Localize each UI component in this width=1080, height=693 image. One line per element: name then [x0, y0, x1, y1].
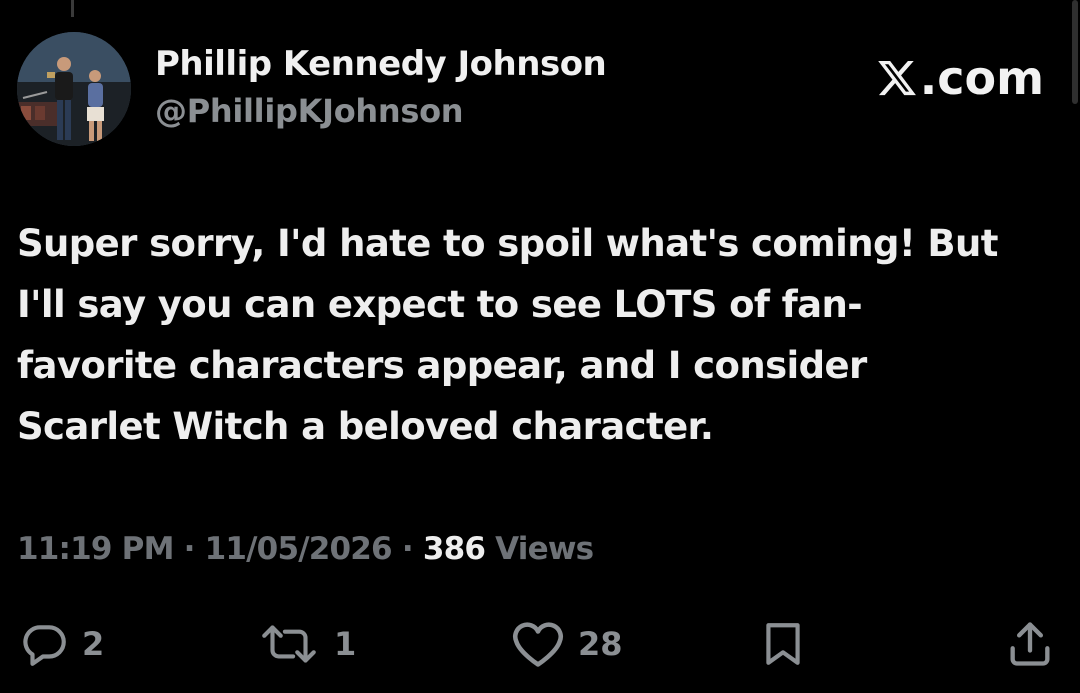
reply-icon — [23, 625, 66, 666]
repost-button[interactable]: 1 — [256, 612, 356, 676]
author-name[interactable]: Phillip Kennedy Johnson — [155, 44, 607, 84]
avatar[interactable] — [17, 32, 131, 146]
brand-watermark: .com — [876, 51, 1044, 105]
author-handle[interactable]: @PhillipKJohnson — [155, 92, 464, 130]
tweet-line: Super sorry, I'd hate to spoil what's co… — [17, 222, 998, 265]
reply-button[interactable]: 2 — [20, 612, 104, 676]
tweet-text: Super sorry, I'd hate to spoil what's co… — [17, 213, 1067, 457]
x-logo-icon — [877, 60, 916, 96]
heart-icon — [512, 622, 564, 667]
reply-count: 2 — [82, 625, 105, 663]
tweet-line: Scarlet Witch a beloved character. — [17, 405, 714, 448]
views-count[interactable]: 386 — [423, 531, 486, 567]
tweet-date[interactable]: 11/05/2026 — [205, 531, 393, 567]
repost-icon — [262, 625, 316, 663]
share-button[interactable] — [1004, 612, 1056, 676]
top-divider-tick — [71, 0, 74, 17]
action-bar: 2 1 28 — [0, 612, 1080, 676]
bookmark-button[interactable] — [758, 612, 808, 676]
views-label: Views — [495, 531, 594, 567]
like-button[interactable]: 28 — [510, 612, 623, 676]
brand-label: .com — [919, 51, 1044, 105]
scrollbar-thumb[interactable] — [1072, 0, 1078, 104]
profile-photo-icon — [17, 32, 131, 146]
share-icon — [1010, 622, 1050, 666]
tweet-time[interactable]: 11:19 PM — [17, 531, 174, 567]
repost-count: 1 — [334, 625, 357, 663]
meta-separator: · — [183, 531, 196, 567]
tweet-line: favorite characters appear, and I consid… — [17, 344, 867, 387]
tweet-line: I'll say you can expect to see LOTS of f… — [17, 283, 863, 326]
tweet-meta: 11:19 PM · 11/05/2026 · 386 Views — [17, 531, 594, 567]
meta-separator: · — [401, 531, 414, 567]
like-count: 28 — [578, 625, 623, 663]
bookmark-icon — [766, 623, 800, 665]
